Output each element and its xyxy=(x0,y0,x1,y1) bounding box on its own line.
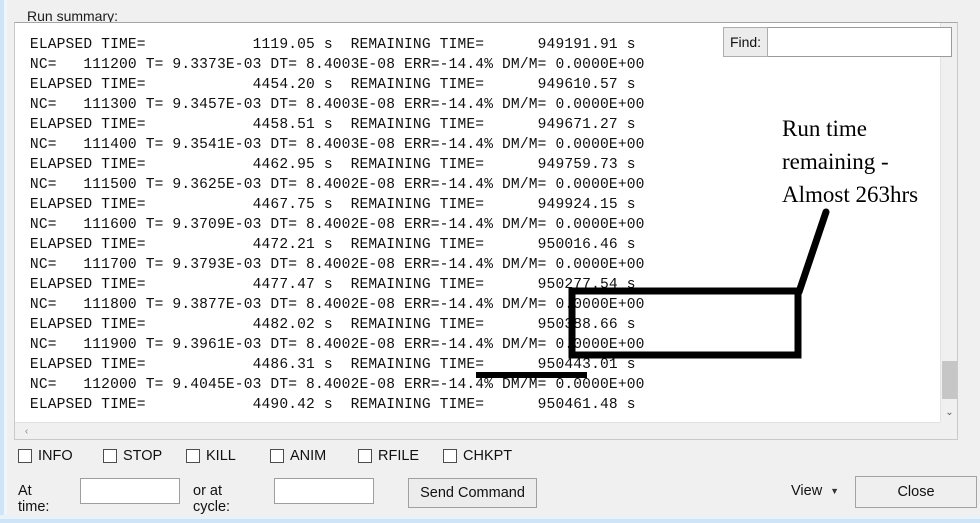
checkbox-box-icon[interactable] xyxy=(358,449,372,463)
vertical-scrollbar-thumb[interactable] xyxy=(942,361,957,399)
log-output-panel[interactable]: ELAPSED TIME= 1119.05 s REMAINING TIME= … xyxy=(14,22,958,440)
checkbox-box-icon[interactable] xyxy=(443,449,457,463)
horizontal-scrollbar[interactable]: ‹ xyxy=(15,422,941,439)
annotation-line-3: Almost 263hrs xyxy=(782,182,919,207)
log-text-clip: ELAPSED TIME= 1119.05 s REMAINING TIME= … xyxy=(15,23,941,421)
at-time-input[interactable] xyxy=(80,478,180,504)
find-button[interactable]: Find: xyxy=(723,27,768,57)
checkbox-label: KILL xyxy=(206,448,236,464)
at-time-label: At time: xyxy=(18,483,50,515)
checkbox-box-icon[interactable] xyxy=(270,449,284,463)
checkbox-anim[interactable]: ANIM xyxy=(270,448,326,464)
close-button[interactable]: Close xyxy=(855,476,977,508)
send-command-button[interactable]: Send Command xyxy=(408,478,537,508)
checkbox-stop[interactable]: STOP xyxy=(103,448,162,464)
checkbox-label: INFO xyxy=(38,448,73,464)
run-summary-dialog: Run summary: ELAPSED TIME= 1119.05 s REM… xyxy=(0,0,980,523)
checkbox-box-icon[interactable] xyxy=(18,449,32,463)
checkbox-label: STOP xyxy=(123,448,163,464)
or-at-cycle-input[interactable] xyxy=(274,478,374,504)
scrollbar-corner xyxy=(940,422,957,439)
find-bar: Find: xyxy=(723,27,952,57)
scroll-down-icon[interactable]: ⌄ xyxy=(941,404,957,421)
chevron-down-icon: ▼ xyxy=(830,486,840,496)
log-text: ELAPSED TIME= 1119.05 s REMAINING TIME= … xyxy=(29,36,645,414)
find-input[interactable] xyxy=(768,27,952,57)
scroll-left-icon[interactable]: ‹ xyxy=(18,423,35,439)
command-flags-row: INFO STOP KILL ANIM RFILE CHKPT xyxy=(18,448,938,472)
annotation-text: Run time remaining - Almost 263hrs xyxy=(782,112,980,211)
dialog-edge-left-inner xyxy=(4,0,7,523)
view-dropdown[interactable]: View ▼ xyxy=(791,483,839,499)
checkbox-kill[interactable]: KILL xyxy=(186,448,236,464)
checkbox-label: CHKPT xyxy=(463,448,513,464)
vertical-scrollbar[interactable]: ⌃ ⌄ xyxy=(940,23,957,423)
checkbox-chkpt[interactable]: CHKPT xyxy=(443,448,512,464)
checkbox-label: ANIM xyxy=(290,448,327,464)
checkbox-box-icon[interactable] xyxy=(103,449,117,463)
checkbox-rfile[interactable]: RFILE xyxy=(358,448,419,464)
checkbox-box-icon[interactable] xyxy=(186,449,200,463)
annotation-line-1: Run time xyxy=(782,116,867,141)
checkbox-info[interactable]: INFO xyxy=(18,448,73,464)
annotation-line-2: remaining - xyxy=(782,149,889,174)
or-at-cycle-label: or at cycle: xyxy=(193,483,231,515)
view-dropdown-label: View xyxy=(791,483,823,499)
checkbox-label: RFILE xyxy=(378,448,420,464)
